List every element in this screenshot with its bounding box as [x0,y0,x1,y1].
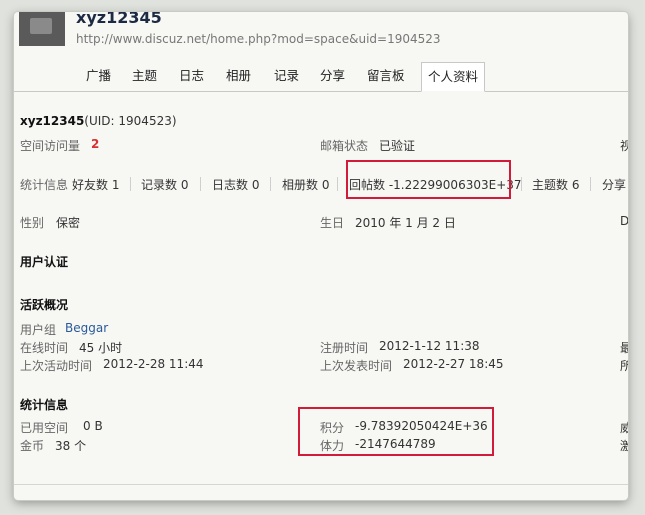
avatar[interactable] [19,12,65,46]
tab-blog[interactable]: 日志 [173,63,210,89]
bottom-divider [14,484,628,485]
tab-broadcast[interactable]: 广播 [80,63,117,89]
threads-count-value: 6 [571,178,580,192]
stats-label: 统计信息 [20,178,69,192]
divider [270,177,271,191]
truncated-field-3: 最 [620,341,628,355]
visits-label: 空间访问量 [20,139,81,153]
records-count[interactable]: 记录数 0 [141,176,188,193]
highlight-box-replies [346,160,511,199]
tab-album[interactable]: 相册 [220,63,257,89]
highlight-box-points [298,407,494,456]
threads-count-label: 主题数 [532,178,569,192]
truncated-field-4: 所 [620,359,628,373]
threads-count[interactable]: 主题数 6 [532,176,579,193]
tab-profile[interactable]: 个人资料 [421,62,486,92]
records-count-value: 0 [180,178,189,192]
register-time-value: 2012-1-12 11:38 [379,339,480,353]
gender-label: 性别 [20,216,45,230]
space-url[interactable]: http://www.discuz.net/home.php?mod=space… [76,32,441,46]
truncated-field-1: 视 [620,139,628,153]
profile-name: xyz12345 [20,114,85,128]
tab-threads[interactable]: 主题 [126,63,163,89]
friends-count-value: 1 [111,178,120,192]
online-time-value: 45 小时 [79,341,123,355]
birthday-label: 生日 [320,216,345,230]
avatar-image [30,18,52,34]
tab-records[interactable]: 记录 [268,63,305,89]
tab-guestbook[interactable]: 留言板 [361,63,411,89]
used-space-label: 已用空间 [20,421,69,435]
auth-section-title: 用户认证 [20,255,69,269]
divider [521,177,522,191]
profile-tabs: 广播 主题 日志 相册 记录 分享 留言板 个人资料 [14,62,628,92]
divider [337,177,338,191]
last-active-label: 上次活动时间 [20,359,93,373]
coins-value: 38 个 [55,439,87,453]
shares-count[interactable]: 分享 [602,176,626,193]
stats-section-title: 统计信息 [20,398,69,412]
gender-value: 保密 [56,216,81,230]
divider [200,177,201,191]
tab-share[interactable]: 分享 [314,63,351,89]
albums-count[interactable]: 相册数 0 [282,176,329,193]
divider [590,177,591,191]
coins-label: 金币 [20,439,45,453]
blogs-count-label: 日志数 [212,178,249,192]
divider [130,177,131,191]
friends-count-label: 好友数 [72,178,109,192]
last-post-label: 上次发表时间 [320,359,393,373]
profile-card: xyz12345 http://www.discuz.net/home.php?… [14,12,628,500]
usergroup-label: 用户组 [20,323,57,337]
truncated-field-5: 威 [620,421,628,435]
blogs-count[interactable]: 日志数 0 [212,176,259,193]
username-title[interactable]: xyz12345 [76,12,162,27]
activity-section-title: 活跃概况 [20,298,69,312]
email-label: 邮箱状态 [320,139,369,153]
records-count-label: 记录数 [141,178,178,192]
last-post-value: 2012-2-27 18:45 [403,357,504,371]
albums-count-value: 0 [321,178,330,192]
blogs-count-value: 0 [251,178,260,192]
truncated-field-6: 激 [620,439,628,453]
albums-count-label: 相册数 [282,178,319,192]
truncated-field-2: D [620,214,628,228]
profile-uid: (UID: 1904523) [84,114,177,128]
photo-frame: xyz12345 http://www.discuz.net/home.php?… [0,0,645,515]
register-time-label: 注册时间 [320,341,369,355]
profile-name-line: xyz12345(UID: 1904523) [20,114,177,128]
email-value: 已验证 [379,139,416,153]
used-space-value: 0 B [83,419,103,433]
last-active-value: 2012-2-28 11:44 [103,357,204,371]
visits-value: 2 [91,137,100,151]
usergroup-link[interactable]: Beggar [65,321,108,335]
online-time-label: 在线时间 [20,341,69,355]
birthday-value: 2010 年 1 月 2 日 [355,216,456,230]
friends-count[interactable]: 好友数 1 [72,176,119,193]
